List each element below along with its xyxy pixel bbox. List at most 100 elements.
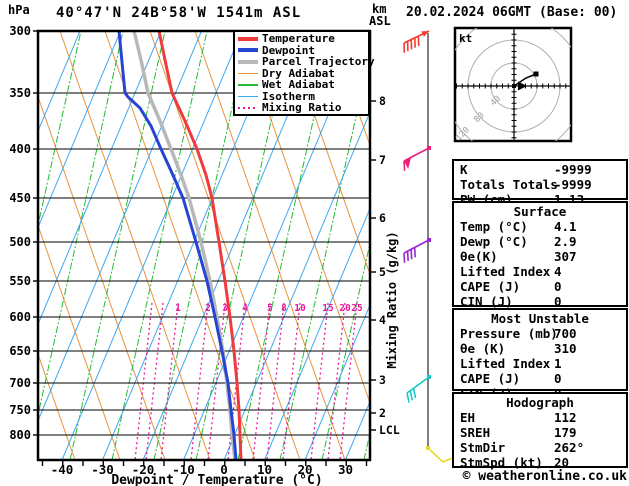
panel-row-label: CAPE (J) (460, 279, 521, 294)
panel-row: θe (K) 310 (454, 341, 626, 356)
panel-row-value: 4 (554, 264, 562, 279)
wind-barb (406, 375, 431, 403)
panel-row-value: 700 (554, 326, 577, 341)
pressure-tick-label: 300 (9, 24, 31, 38)
panel-row-value: 179 (554, 425, 577, 440)
panel-row-value: 0 (554, 279, 562, 294)
mixing-ratio-lines (134, 302, 358, 460)
pressure-tick-label: 550 (9, 274, 31, 288)
legend-swatch (238, 95, 258, 97)
pressure-tick-label: 650 (9, 344, 31, 358)
panel-row: SREH 179 (454, 425, 626, 440)
panel-row: CAPE (J) 0 (454, 279, 626, 294)
panel-row-value: 0 (554, 294, 562, 309)
wind-barb-column (403, 30, 453, 463)
panel-box: K -9999 Totals Totals -9999 PW (cm) 1.13 (452, 159, 628, 207)
panel-row-value: 0 (554, 371, 562, 386)
temperature-axis: -40 -30 -20 -10 0 10 20 30Dewpoint / Temperatur… (41, 460, 368, 486)
panel-row-value: 4.1 (554, 219, 577, 234)
panel-row: Dewp (°C) 2.9 (454, 234, 626, 249)
panel-row: Totals Totals -9999 (454, 177, 626, 192)
legend-item: Temperature (238, 33, 368, 45)
panel-row-label: EH (460, 410, 476, 425)
legend: Temperature Dewpoint Parcel Trajectory Dry … (233, 30, 375, 116)
pressure-units-label: hPa (8, 3, 30, 17)
mixing-ratio-value-label: 10 (294, 303, 306, 314)
panel-box: Most Unstable Pressure (mb) 700 θe (K) 310 Li… (452, 308, 628, 401)
panel-row: StmSpd (kt) 20 (454, 455, 626, 470)
legend-swatch (238, 106, 258, 109)
panel-row: θe(K) 307 (454, 249, 626, 264)
legend-swatch (238, 36, 258, 41)
legend-label: Wet Adiabat (262, 78, 335, 92)
mixing-ratio-value-label: 25 (351, 303, 363, 314)
panel-row-label: StmSpd (kt) (460, 455, 543, 470)
legend-label: Dewpoint (262, 43, 315, 57)
panel-row: StmDir 262° (454, 440, 626, 455)
hodograph-kt-label: kt (459, 32, 472, 45)
legend-label: Dry Adiabat (262, 66, 335, 80)
panel-row-label: Pressure (mb) (460, 326, 558, 341)
legend-swatch (238, 59, 258, 64)
panel-row-label: Lifted Index (460, 356, 551, 371)
asl-axis-label: ASL (369, 14, 391, 28)
lcl-label: LCL (379, 423, 400, 437)
legend-label: Parcel Trajectory (262, 55, 375, 69)
wind-barb (403, 146, 431, 171)
pressure-tick-label: 350 (9, 86, 31, 100)
panel-row-label: CIN (J) (460, 294, 513, 309)
station-title: 40°47'N 24B°58'W 1541m ASL (56, 5, 302, 21)
hodograph-plot: 4080120kt (453, 26, 573, 143)
panel-section-title: Surface (513, 204, 567, 219)
panel-row: Lifted Index 4 (454, 264, 626, 279)
pressure-tick-label: 450 (9, 191, 31, 205)
pressure-tick-label: 700 (9, 376, 31, 390)
mixing-ratio-value-label: 3 (222, 303, 228, 314)
pressure-tick-label: 500 (9, 235, 31, 249)
legend-item: Wet Adiabat (238, 79, 368, 91)
datetime-label: 20.02.2024 06GMT (Base: 00) (406, 5, 618, 20)
mixing-ratio-value-label: 20 (339, 303, 351, 314)
mixing-ratio-value-label: 5 (267, 303, 273, 314)
panel-row-label: θe(K) (460, 249, 498, 264)
altitude-tick-label: 8 (379, 94, 386, 108)
panel-row-label: SREH (460, 425, 491, 440)
panel-row-value: 310 (554, 341, 577, 356)
panel-row-value: 20 (554, 455, 570, 470)
panel-row-value: 307 (554, 249, 577, 264)
legend-swatch (238, 72, 258, 74)
temperature-tick-label: -40 (51, 462, 74, 477)
panel-row-value: -9999 (554, 162, 592, 177)
legend-swatch (238, 84, 258, 86)
temperature-tick-label: 30 (338, 462, 353, 477)
panel-row-value: -9999 (554, 177, 592, 192)
sounding-screenshot: 300 350 400 450 500 550 600 650 700 750 800 1 2 3 4 5 8 1… (0, 0, 629, 486)
mixing-ratio-axis-label: Mixing Ratio (g/kg) (385, 231, 399, 369)
panel-row-value: 262° (554, 440, 585, 455)
panel-row: Pressure (mb) 700 (454, 326, 626, 341)
wind-barb (426, 446, 453, 463)
legend-label: Temperature (262, 32, 335, 46)
legend-label: Mixing Ratio (262, 101, 342, 115)
legend-swatch (238, 48, 258, 53)
panel-row: K -9999 (454, 162, 626, 177)
mixing-ratio-value-label: 15 (322, 303, 334, 314)
panel-row-label: Temp (°C) (460, 219, 528, 234)
panel-row-label: CAPE (J) (460, 371, 521, 386)
pressure-tick-label: 750 (9, 403, 31, 417)
mixing-ratio-value-label: 8 (281, 303, 287, 314)
panel-row-label: Dewp (°C) (460, 234, 528, 249)
panel-row-label: θe (K) (460, 341, 506, 356)
pressure-tick-label: 800 (9, 428, 31, 442)
wind-barb (403, 30, 430, 53)
panel-row: CAPE (J) 0 (454, 371, 626, 386)
panel-box: Surface Temp (°C) 4.1 Dewp (°C) 2.9 θe(K) 307 L… (452, 201, 628, 309)
panel-row-label: K (460, 162, 468, 177)
panel-row-value: 1 (554, 356, 562, 371)
mixing-ratio-value-label: 4 (242, 303, 248, 314)
altitude-tick-label: 2 (379, 406, 386, 420)
pressure-tick-label: 600 (9, 310, 31, 324)
altitude-tick-label: 3 (379, 373, 386, 387)
legend-item: Mixing Ratio (238, 102, 368, 114)
panel-box: Hodograph EH 112 SREH 179 StmDir 262° StmSpd (k… (452, 392, 628, 470)
